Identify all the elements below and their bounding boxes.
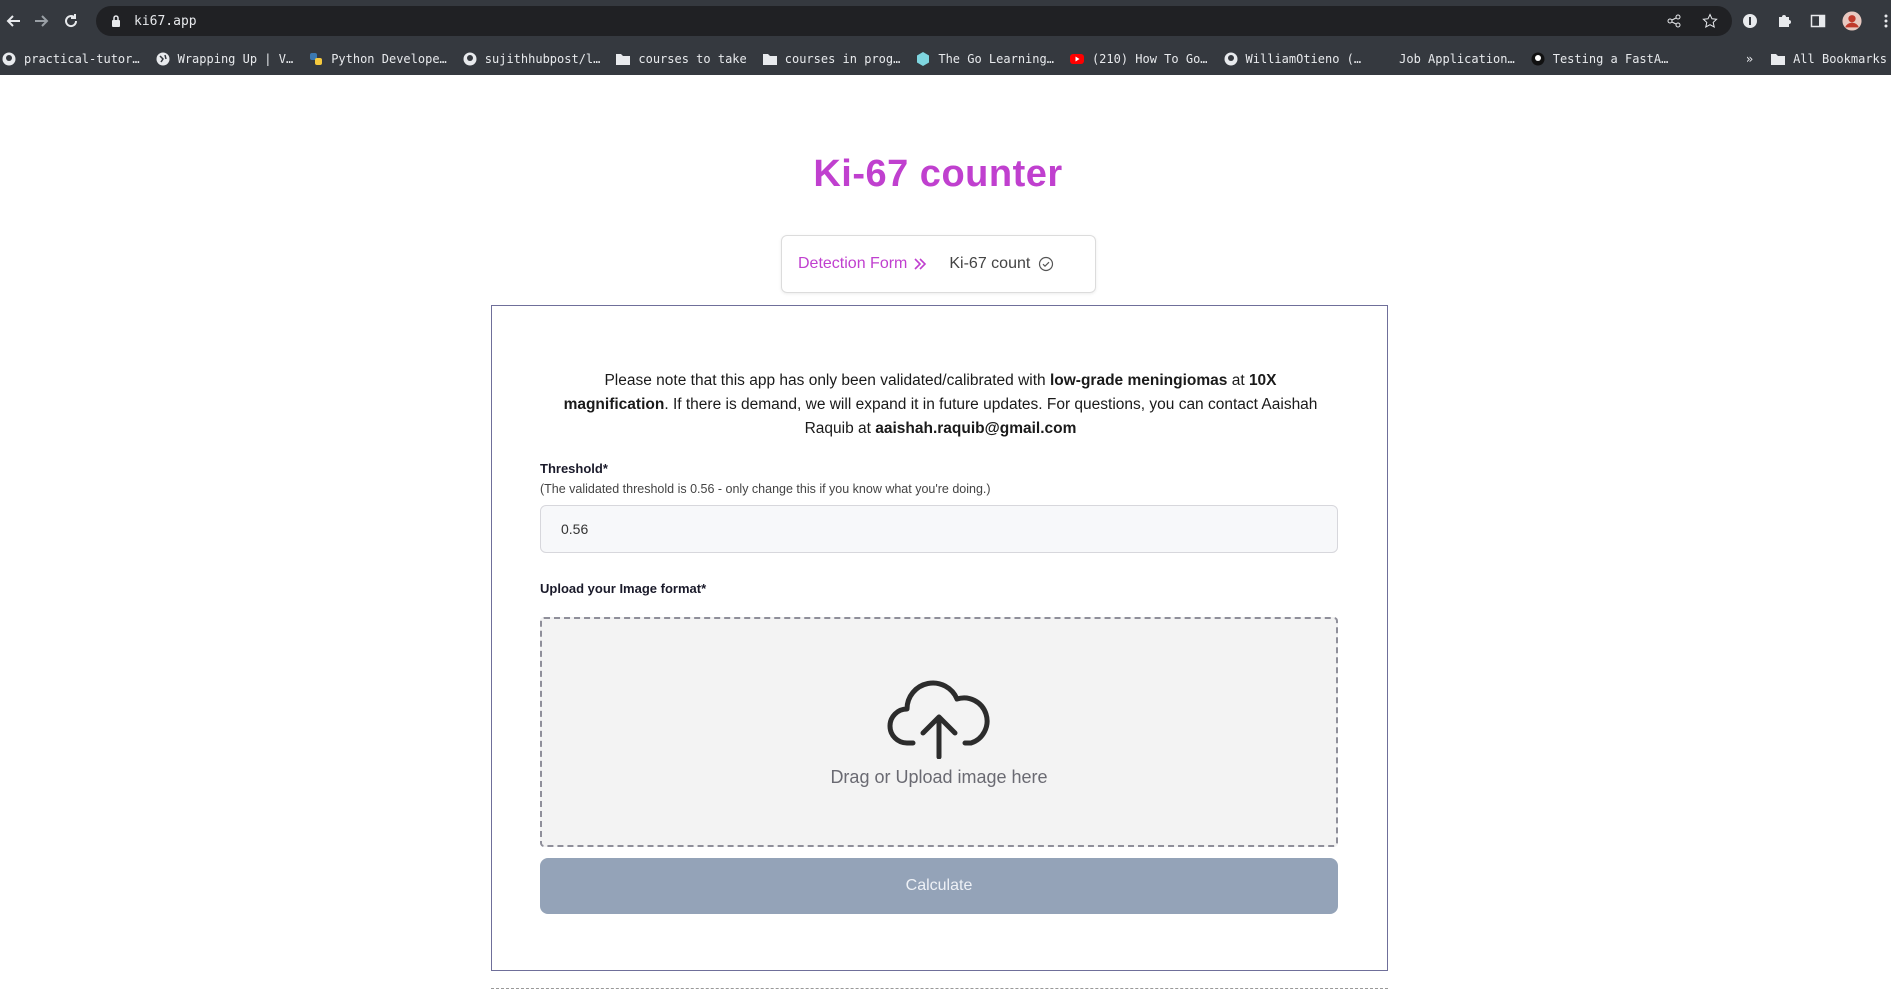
- bookmark-label: practical-tutor…: [24, 51, 140, 66]
- bookmarks-overflow-button[interactable]: »: [1746, 52, 1753, 66]
- double-chevron-right-icon: [913, 258, 927, 270]
- profile-avatar-icon[interactable]: [1842, 11, 1862, 31]
- address-bar[interactable]: ki67.app: [96, 6, 1732, 36]
- bookmark-label: Python Develope…: [331, 51, 447, 66]
- note-text: at: [1227, 372, 1249, 389]
- forward-button[interactable]: [27, 7, 55, 35]
- bookmark-label: (210) How To Go…: [1091, 51, 1208, 66]
- share-icon[interactable]: [1664, 11, 1684, 31]
- reload-icon: [65, 14, 78, 28]
- all-bookmarks-label: All Bookmarks: [1793, 51, 1887, 66]
- image-dropzone[interactable]: Drag or Upload image here: [540, 617, 1338, 847]
- forward-arrow-icon: [35, 15, 49, 27]
- bookmark-item[interactable]: courses to take: [616, 51, 747, 66]
- step-detection-form[interactable]: Detection Form: [798, 255, 907, 273]
- bookmark-item[interactable]: Job Application…: [1377, 52, 1515, 66]
- bookmark-label: WilliamOtieno (…: [1245, 51, 1362, 66]
- bookmark-item[interactable]: Testing a FastA…: [1531, 51, 1669, 66]
- reload-button[interactable]: [57, 7, 85, 35]
- browser-menu-icon[interactable]: [1876, 11, 1891, 31]
- browser-chrome: ki67.app practical-tutor… Wrapping Up | …: [0, 0, 1891, 75]
- site-icon: [1531, 52, 1545, 66]
- check-circle-icon: [1038, 256, 1054, 272]
- globe-icon: [156, 52, 170, 66]
- youtube-icon: [1069, 52, 1084, 66]
- bookmark-item[interactable]: The Go Learning…: [916, 51, 1054, 66]
- python-icon: [309, 52, 323, 66]
- bookmark-label: Job Application…: [1399, 51, 1515, 66]
- bookmark-item[interactable]: courses in prog…: [762, 51, 901, 66]
- page-title: Ki-67 counter: [813, 153, 1063, 195]
- folder-icon: [1771, 52, 1786, 66]
- page-content: Ki-67 counter Detection Form Ki-67 count…: [0, 75, 1891, 994]
- all-bookmarks-button[interactable]: All Bookmarks: [1771, 52, 1887, 66]
- bookmark-item[interactable]: WilliamOtieno (…: [1224, 51, 1362, 66]
- bookmark-label: courses in prog…: [784, 51, 901, 66]
- threshold-hint: (The validated threshold is 0.56 - only …: [540, 482, 991, 496]
- github-icon: [2, 52, 16, 66]
- go-icon: [916, 51, 930, 66]
- threshold-input[interactable]: [540, 505, 1338, 553]
- threshold-label: Threshold*: [540, 461, 608, 476]
- result-section-border: [491, 988, 1388, 994]
- bookmark-label: The Go Learning…: [938, 51, 1054, 66]
- github-icon: [1224, 52, 1238, 66]
- folder-icon: [616, 52, 631, 66]
- extensions-area: [1740, 6, 1891, 36]
- bookmarks-right: » All Bookmarks: [1746, 42, 1891, 75]
- github-icon: [463, 52, 477, 66]
- blank-favicon: [1377, 52, 1391, 66]
- contact-email: aaishah.raquib@gmail.com: [875, 420, 1077, 437]
- validation-note: Please note that this app has only been …: [552, 369, 1329, 441]
- bookmark-item[interactable]: Wrapping Up | V…: [156, 51, 294, 66]
- bookmark-label: courses to take: [638, 51, 747, 66]
- bookmark-star-icon[interactable]: [1700, 11, 1720, 31]
- puzzle-icon[interactable]: [1774, 11, 1794, 31]
- bookmarks-bar: practical-tutor… Wrapping Up | V… Python…: [0, 42, 1891, 75]
- extension-info-icon[interactable]: [1740, 11, 1760, 31]
- back-button[interactable]: [0, 7, 28, 35]
- omnibox-actions: [1664, 11, 1720, 31]
- lock-icon: [108, 13, 124, 29]
- cloud-upload-icon: [887, 680, 990, 759]
- step-navigator: Detection Form Ki-67 count: [781, 235, 1096, 293]
- url-text: ki67.app: [134, 13, 197, 29]
- bookmark-label: sujithhubpost/l…: [484, 51, 601, 66]
- back-arrow-icon: [6, 15, 20, 27]
- bookmark-item[interactable]: (210) How To Go…: [1069, 51, 1208, 66]
- calculate-button[interactable]: Calculate: [540, 858, 1338, 914]
- bookmark-item[interactable]: Python Develope…: [309, 52, 447, 66]
- folder-icon: [762, 52, 777, 66]
- bookmark-label: Testing a FastA…: [1552, 51, 1669, 66]
- dropzone-text: Drag or Upload image here: [830, 767, 1048, 787]
- note-text: Please note that this app has only been …: [604, 372, 1050, 389]
- bookmark-item[interactable]: sujithhubpost/l…: [463, 51, 601, 66]
- detection-form-card: Please note that this app has only been …: [491, 305, 1388, 971]
- step-ki67-count[interactable]: Ki-67 count: [949, 255, 1030, 273]
- bookmark-item[interactable]: practical-tutor…: [2, 52, 140, 66]
- note-bold-tumor-type: low-grade meningiomas: [1049, 372, 1228, 389]
- side-panel-icon[interactable]: [1808, 11, 1828, 31]
- browser-toolbar: ki67.app: [0, 0, 1891, 42]
- upload-label: Upload your Image format*: [540, 581, 707, 596]
- bookmark-label: Wrapping Up | V…: [177, 51, 294, 66]
